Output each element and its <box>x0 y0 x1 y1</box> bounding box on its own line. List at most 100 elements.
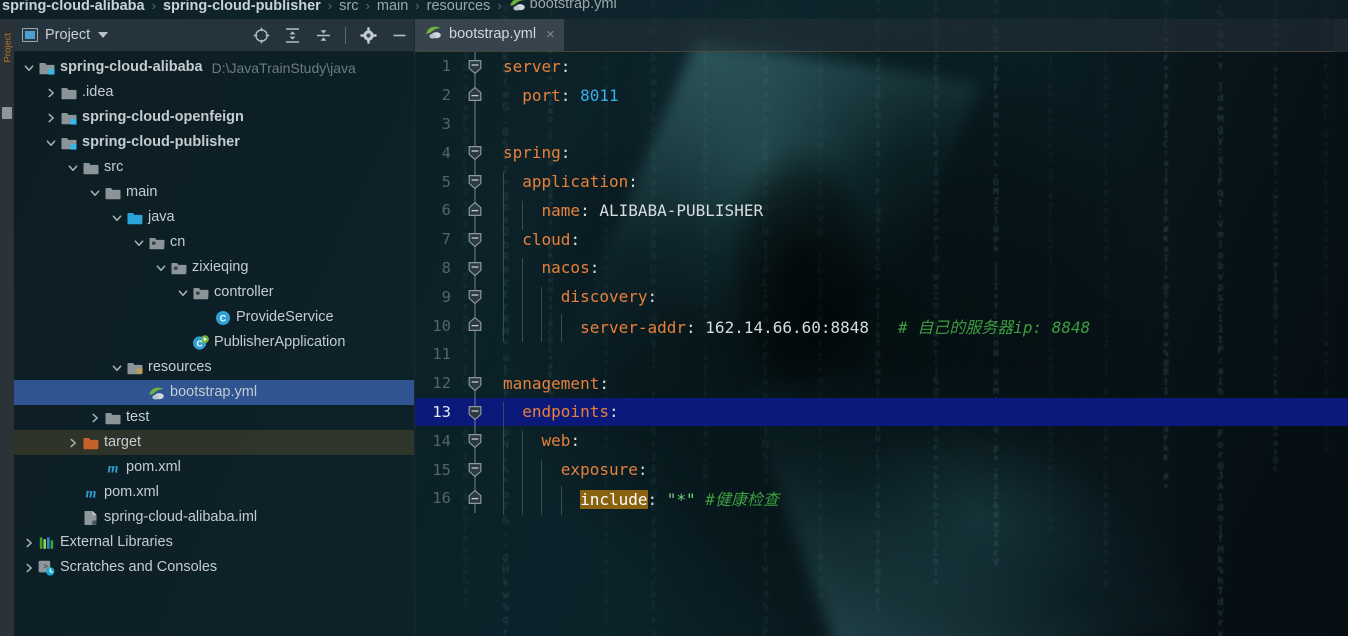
code-line-14[interactable]: 14 web: <box>415 426 1348 461</box>
code-editor[interactable]: 1 server: 2 port: 8011 3 4 spring: 5 applicati… <box>415 52 1348 636</box>
chevron-down-icon[interactable] <box>86 187 103 199</box>
tree-item-spring-cloud-alibaba-iml[interactable]: spring-cloud-alibaba.iml <box>14 505 414 530</box>
tree-item-java[interactable]: java <box>14 205 414 230</box>
chevron-down-icon[interactable] <box>20 62 37 74</box>
code-line-8[interactable]: 8 nacos: <box>415 253 1348 288</box>
chevron-down-icon[interactable] <box>64 162 81 174</box>
code-token-num: 8011 <box>580 85 619 105</box>
fold-marker-start[interactable] <box>457 282 495 312</box>
fold-marker-start[interactable] <box>457 52 495 81</box>
code-line-11[interactable]: 11 <box>415 339 1348 369</box>
code-line-12[interactable]: 12 management: <box>415 368 1348 398</box>
java-class-icon: C <box>213 310 232 326</box>
fold-marker-end[interactable] <box>457 311 495 341</box>
breadcrumb-item-main[interactable]: main <box>377 0 408 14</box>
editor-tab-bootstrap-yml[interactable]: bootstrap.yml × <box>415 19 564 51</box>
tree-item-test[interactable]: test <box>14 405 414 430</box>
fold-marker-start[interactable] <box>457 253 495 283</box>
expand-all-icon[interactable] <box>283 27 301 45</box>
gear-icon[interactable] <box>359 27 377 45</box>
tree-item-main[interactable]: main <box>14 180 414 205</box>
chevron-down-icon[interactable] <box>108 362 125 374</box>
fold-marker-start[interactable] <box>457 455 495 485</box>
code-line-10[interactable]: 10 server-addr: 162.14.66.60:8848 # 自己的服… <box>415 311 1348 343</box>
code-line-16[interactable]: 16 include: "*" #健康检查 <box>415 483 1348 516</box>
chevron-right-icon[interactable] <box>20 537 37 549</box>
fold-marker-start[interactable] <box>457 368 495 398</box>
tree-item-provideservice[interactable]: C ProvideService <box>14 305 414 330</box>
code-line-7[interactable]: 7 cloud: <box>415 224 1348 259</box>
code-line-6[interactable]: 6 name: ALIBABA-PUBLISHER <box>415 195 1348 230</box>
tree-item-spring-cloud-alibaba[interactable]: spring-cloud-alibaba D:\JavaTrainStudy\ja… <box>14 55 414 80</box>
tree-item-src[interactable]: src <box>14 155 414 180</box>
fold-marker-start[interactable] <box>457 426 495 456</box>
code-line-text: application: <box>495 172 1348 201</box>
code-line-2[interactable]: 2 port: 8011 <box>415 80 1348 110</box>
tree-item-zixieqing[interactable]: zixieqing <box>14 255 414 280</box>
chevron-right-icon[interactable] <box>42 112 59 124</box>
chevron-down-icon[interactable] <box>42 137 59 149</box>
chevron-right-icon[interactable] <box>86 412 103 424</box>
tree-item-controller[interactable]: controller <box>14 280 414 305</box>
minimize-icon[interactable] <box>390 27 408 45</box>
editor-area: bootstrap.yml × 1 server: 2 port: 8011 3 4 spr… <box>415 19 1348 636</box>
breadcrumb-item-resources[interactable]: resources <box>427 0 491 14</box>
fold-marker-start[interactable] <box>457 224 495 254</box>
code-line-text: server-addr: 162.14.66.60:8848 # 自己的服务器i… <box>495 313 1348 343</box>
tree-item-target[interactable]: target <box>14 430 414 455</box>
tree-item-bootstrap-yml[interactable]: bootstrap.yml <box>14 380 414 405</box>
fold-marker-start[interactable] <box>457 397 495 427</box>
tree-item-external-libraries[interactable]: External Libraries <box>14 530 414 555</box>
tree-item-pom-xml[interactable]: m pom.xml <box>14 455 414 480</box>
fold-marker-start[interactable] <box>457 138 495 168</box>
tree-item-pom-xml[interactable]: m pom.xml <box>14 480 414 505</box>
breadcrumb[interactable]: spring-cloud-alibaba › spring-cloud-publis… <box>0 0 1348 19</box>
code-line-3[interactable]: 3 <box>415 109 1348 139</box>
code-line-13[interactable]: 13 endpoints: <box>415 397 1348 432</box>
project-panel-title-group[interactable]: Project <box>14 27 109 43</box>
breadcrumb-item-spring-cloud-publisher[interactable]: spring-cloud-publisher <box>163 0 321 14</box>
breadcrumb-separator: › <box>151 0 156 13</box>
fold-marker-end[interactable] <box>457 195 495 225</box>
breadcrumb-item-bootstrap-yml[interactable]: bootstrap.yml <box>509 0 617 15</box>
tree-item-label: spring-cloud-alibaba <box>60 59 203 76</box>
package-icon <box>169 261 188 275</box>
code-line-text: exposure: <box>495 460 1348 489</box>
tool-strip-project-label[interactable]: Project <box>3 19 14 63</box>
tool-strip-button[interactable] <box>2 107 12 119</box>
select-opened-file-icon[interactable] <box>252 27 270 45</box>
tree-item-spring-cloud-publisher[interactable]: spring-cloud-publisher <box>14 130 414 155</box>
code-line-1[interactable]: 1 server: <box>415 52 1348 81</box>
chevron-right-icon[interactable] <box>20 562 37 574</box>
chevron-down-icon[interactable] <box>152 262 169 274</box>
collapse-all-icon[interactable] <box>314 27 332 45</box>
chevron-down-icon[interactable] <box>174 287 191 299</box>
code-line-5[interactable]: 5 application: <box>415 167 1348 201</box>
tree-item-resources[interactable]: resources <box>14 355 414 380</box>
code-line-9[interactable]: 9 discovery: <box>415 282 1348 317</box>
tree-item-scratches-and-consoles[interactable]: >_ Scratches and Consoles <box>14 555 414 580</box>
fold-marker-end[interactable] <box>457 80 495 110</box>
tree-item-spring-cloud-openfeign[interactable]: spring-cloud-openfeign <box>14 105 414 130</box>
close-icon[interactable]: × <box>546 27 555 42</box>
tree-item--idea[interactable]: .idea <box>14 80 414 105</box>
breadcrumb-item-spring-cloud-alibaba[interactable]: spring-cloud-alibaba <box>2 0 145 14</box>
line-number: 15 <box>432 460 451 479</box>
fold-marker-end[interactable] <box>457 483 495 513</box>
fold-marker-start[interactable] <box>457 167 495 197</box>
code-line-15[interactable]: 15 exposure: <box>415 455 1348 489</box>
tree-item-cn[interactable]: cn <box>14 230 414 255</box>
chevron-right-icon[interactable] <box>42 87 59 99</box>
chevron-down-icon[interactable] <box>98 32 109 38</box>
chevron-right-icon[interactable] <box>64 437 81 449</box>
code-line-4[interactable]: 4 spring: <box>415 138 1348 168</box>
chevron-down-icon[interactable] <box>108 212 125 224</box>
tree-item-publisherapplication[interactable]: C PublisherApplication <box>14 330 414 355</box>
code-line-text: discovery: <box>495 287 1348 317</box>
chevron-down-icon[interactable] <box>130 237 147 249</box>
line-number: 7 <box>441 230 451 249</box>
tree-item-label: spring-cloud-openfeign <box>82 109 244 126</box>
code-line-text: cloud: <box>495 229 1348 259</box>
breadcrumb-item-src[interactable]: src <box>339 0 358 14</box>
project-tree[interactable]: spring-cloud-alibaba D:\JavaTrainStudy\ja… <box>14 52 414 580</box>
